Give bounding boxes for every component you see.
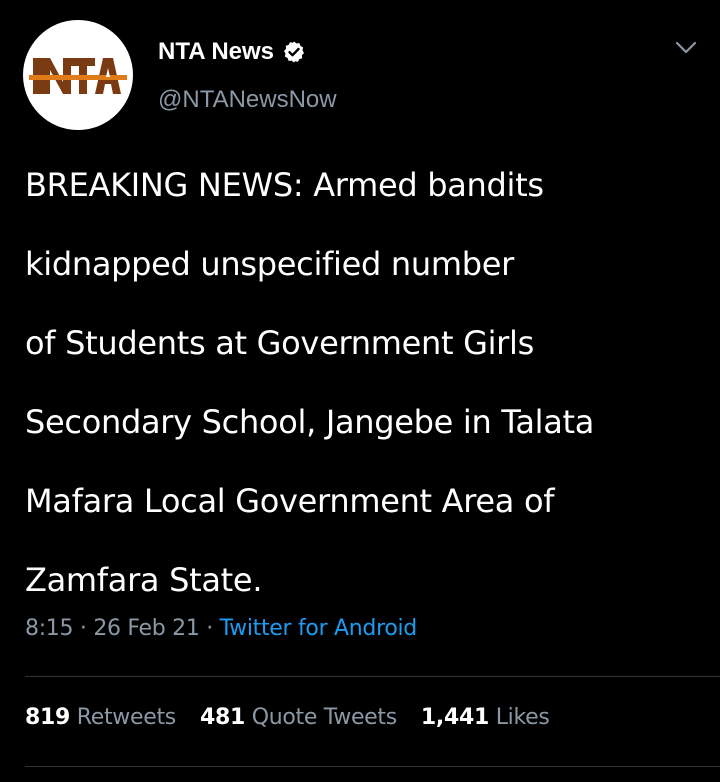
likes-label: Likes — [495, 705, 550, 730]
tweet-text-line: Zamfara State. — [25, 561, 263, 599]
retweets-count: 819 — [25, 705, 71, 730]
avatar[interactable] — [23, 20, 133, 130]
meta-separator: · — [73, 616, 94, 641]
retweets-stat[interactable]: 819 Retweets — [25, 705, 176, 730]
retweets-label: Retweets — [76, 705, 177, 730]
verified-badge-icon — [282, 40, 306, 64]
meta-separator: · — [199, 616, 220, 641]
quote-tweets-stat[interactable]: 481 Quote Tweets — [200, 705, 397, 730]
tweet-text-line: Secondary School, Jangebe in Talata — [25, 403, 595, 441]
tweet-source-link[interactable]: Twitter for Android — [220, 616, 418, 641]
tweet-text-line: kidnapped unspecified number — [25, 245, 514, 283]
likes-count: 1,441 — [420, 705, 490, 730]
quote-tweets-count: 481 — [199, 705, 245, 730]
tweet-date[interactable]: 26 Feb 21 — [93, 616, 200, 641]
author-display-name[interactable]: NTA News — [158, 38, 274, 66]
tweet-text: BREAKING NEWS: Armed bandits kidnapped u… — [25, 146, 705, 620]
author-name-row[interactable]: NTA News — [158, 34, 306, 70]
divider — [25, 766, 720, 767]
nta-logo-icon — [29, 58, 127, 94]
tweet-stats: 819 Retweets 481 Quote Tweets 1,441 Like… — [25, 705, 574, 730]
divider — [25, 676, 720, 677]
tweet-meta: 8:15 · 26 Feb 21 · Twitter for Android — [25, 616, 417, 641]
quote-tweets-label: Quote Tweets — [251, 705, 398, 730]
tweet-text-line: Mafara Local Government Area of — [25, 482, 555, 520]
tweet-text-line: BREAKING NEWS: Armed bandits — [25, 166, 544, 204]
tweet-time[interactable]: 8:15 — [25, 616, 74, 641]
author-handle[interactable]: @NTANewsNow — [158, 86, 337, 114]
likes-stat[interactable]: 1,441 Likes — [421, 705, 550, 730]
chevron-down-icon[interactable] — [673, 38, 699, 58]
tweet-text-line: of Students at Government Girls — [25, 324, 534, 362]
